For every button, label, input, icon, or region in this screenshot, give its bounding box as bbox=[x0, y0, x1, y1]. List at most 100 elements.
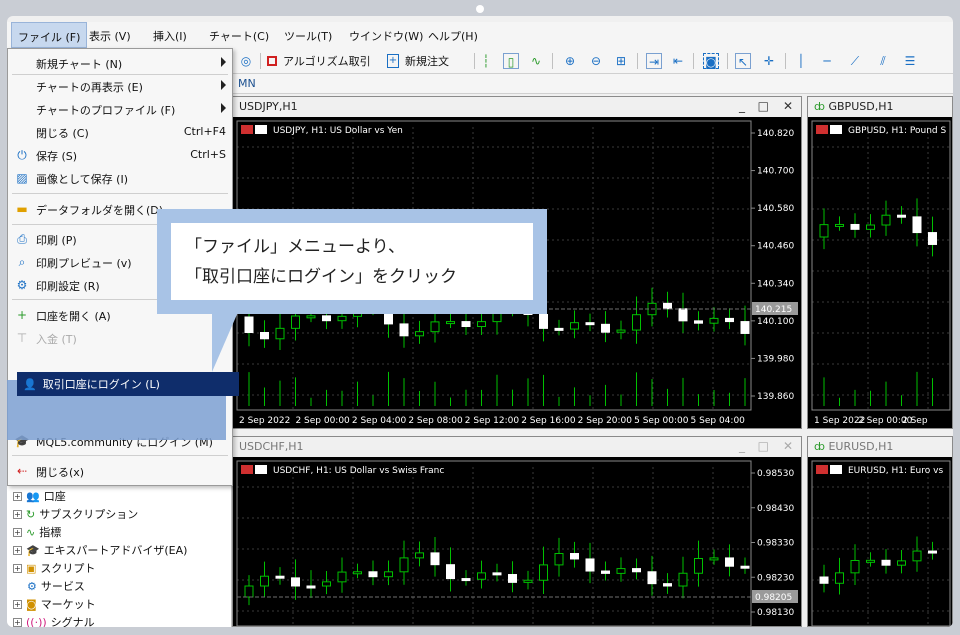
candle-body bbox=[430, 321, 440, 333]
expand-icon[interactable]: + bbox=[13, 545, 22, 555]
menu-item-login-trade-account[interactable]: 👤 取引口座にログイン (L) bbox=[17, 372, 239, 396]
candle-body bbox=[415, 552, 424, 559]
expand-icon[interactable]: + bbox=[13, 617, 22, 627]
image-icon: ▨ bbox=[16, 171, 28, 185]
trendline-icon[interactable]: ⟋ bbox=[847, 53, 863, 69]
expand-icon[interactable]: + bbox=[13, 599, 22, 609]
expand-icon[interactable]: + bbox=[13, 563, 22, 573]
algo-trading-button[interactable]: アルゴリズム取引 bbox=[267, 52, 371, 70]
minimize-icon[interactable]: _ bbox=[739, 439, 745, 453]
candle-body bbox=[819, 224, 829, 238]
line-chart-icon[interactable]: ∿ bbox=[528, 53, 544, 69]
channel-icon[interactable]: ⫽ bbox=[875, 53, 891, 69]
menu-view[interactable]: 表示 (V) bbox=[89, 28, 131, 44]
menu-item-close[interactable]: 閉じる (C) Ctrl+F4 bbox=[8, 122, 232, 142]
toolbar-separator bbox=[727, 53, 728, 69]
candle-body bbox=[912, 216, 922, 234]
nav-item-market[interactable]: + ◙ マーケット bbox=[13, 596, 96, 612]
menu-item-reopen-chart[interactable]: チャートの再表示 (E) bbox=[8, 76, 232, 96]
script-icon: ▣ bbox=[26, 561, 37, 575]
close-icon[interactable]: ✕ bbox=[783, 439, 793, 453]
candle-body bbox=[337, 571, 347, 583]
candle-body bbox=[554, 553, 564, 566]
menu-item-exit[interactable]: ⇠ 閉じる(x) bbox=[8, 461, 232, 481]
candle-body bbox=[616, 329, 626, 333]
chart-canvas-eurusd[interactable]: EURUSD, H1: Euro vs bbox=[808, 457, 953, 626]
bar-chart-icon[interactable]: ┆ bbox=[478, 53, 494, 69]
candle-body bbox=[260, 332, 269, 340]
menu-item-save[interactable]: ⏻ 保存 (S) Ctrl+S bbox=[8, 145, 232, 165]
expand-icon[interactable]: + bbox=[13, 509, 22, 519]
time-tick-label: 2 Sep 04:00 bbox=[352, 416, 407, 426]
nav-item-signals[interactable]: + ((·)) シグナル bbox=[13, 614, 95, 627]
candle-body bbox=[322, 581, 331, 587]
candle-body bbox=[585, 558, 595, 572]
zoom-out-icon[interactable]: ⊖ bbox=[588, 53, 604, 69]
minimize-icon[interactable]: _ bbox=[739, 99, 745, 113]
fibonacci-icon[interactable]: ☰ bbox=[902, 53, 918, 69]
new-order-button[interactable]: + 新規注文 bbox=[387, 52, 449, 70]
chart-window-gbpusd[interactable]: ȸ GBPUSD,H1 GBPUSD, H1: Pound S1 Sep 202… bbox=[807, 96, 953, 429]
nav-item-services[interactable]: ⚙ サービス bbox=[27, 578, 85, 594]
chart-canvas-usdchf[interactable]: USDCHF, H1: US Dollar vs Swiss Franc 0.98… bbox=[233, 457, 801, 626]
menu-item-new-chart[interactable]: 新規チャート (N) bbox=[8, 53, 232, 73]
zoom-in-icon[interactable]: ⊕ bbox=[562, 53, 578, 69]
candle-body bbox=[539, 313, 548, 329]
cursor-icon[interactable]: ↖ bbox=[735, 53, 751, 69]
flag-icon bbox=[816, 125, 828, 134]
nav-item-experts[interactable]: + 🎓 エキスパートアドバイザ(EA) bbox=[13, 542, 187, 558]
candle-body bbox=[928, 232, 937, 245]
users-icon: 👥 bbox=[26, 489, 40, 503]
grid-icon[interactable]: ⊞ bbox=[613, 53, 629, 69]
menu-window[interactable]: ウインドウ(W) bbox=[349, 28, 423, 44]
time-tick-label: 5 Sep 00:00 bbox=[634, 416, 689, 426]
candle-body bbox=[306, 315, 316, 319]
menu-tools[interactable]: ツール(T) bbox=[284, 28, 332, 44]
candle-body bbox=[740, 321, 750, 334]
time-tick-label: 2 Sep 16:00 bbox=[521, 416, 576, 426]
nav-item-label: サービス bbox=[40, 580, 85, 593]
nav-item-label: シグナル bbox=[50, 616, 95, 627]
flag-icon bbox=[241, 465, 253, 474]
nav-item-indicators[interactable]: + ∿ 指標 bbox=[13, 524, 61, 540]
plot-frame bbox=[236, 460, 752, 626]
maximize-icon[interactable]: □ bbox=[758, 99, 769, 113]
candlestick-icon[interactable]: ▯ bbox=[503, 53, 519, 69]
menu-insert[interactable]: 挿入(I) bbox=[153, 28, 187, 44]
menu-item-chart-profile[interactable]: チャートのプロファイル (F) bbox=[8, 99, 232, 119]
candle-body bbox=[570, 322, 579, 330]
nav-item-subscriptions[interactable]: + ↻ サブスクリプション bbox=[13, 506, 138, 522]
candle-body bbox=[819, 576, 829, 584]
screenshot-icon[interactable]: ◙ bbox=[703, 53, 719, 69]
menu-chart[interactable]: チャート(C) bbox=[209, 28, 269, 44]
camera-dot bbox=[476, 5, 484, 13]
close-icon[interactable]: ✕ bbox=[783, 99, 793, 113]
maximize-icon[interactable]: □ bbox=[758, 439, 769, 453]
flag-icon bbox=[255, 125, 267, 134]
menu-file[interactable]: ファイル (F) bbox=[11, 22, 88, 48]
menu-help[interactable]: ヘルプ(H) bbox=[428, 28, 478, 44]
autoscroll-icon[interactable]: ⇥ bbox=[646, 53, 662, 69]
chart-window-usdchf[interactable]: USDCHF,H1 _ □ ✕ USDCHF, H1: US Dollar vs… bbox=[232, 436, 802, 627]
horizontal-line-icon[interactable]: ─ bbox=[819, 53, 835, 69]
menu-item-save-image[interactable]: ▨ 画像として保存 (I) bbox=[8, 168, 232, 188]
instruction-callout: 「ファイル」メニューより、 「取引口座にログイン」をクリック bbox=[157, 209, 547, 314]
vertical-line-icon[interactable]: │ bbox=[793, 53, 809, 69]
expand-icon[interactable]: + bbox=[13, 491, 22, 501]
menu-item-label: 取引口座にログイン (L) bbox=[42, 378, 160, 391]
nav-item-scripts[interactable]: + ▣ スクリプト bbox=[13, 560, 95, 576]
candle-body bbox=[647, 571, 657, 585]
callout-pointer bbox=[212, 312, 238, 372]
chart-window-title-text: GBPUSD,H1 bbox=[828, 100, 894, 113]
globe-icon[interactable]: ◎ bbox=[238, 53, 254, 69]
chart-window-eurusd[interactable]: ȸ EURUSD,H1 EURUSD, H1: Euro vs bbox=[807, 436, 953, 627]
nav-item-accounts[interactable]: + 👥 口座 bbox=[13, 488, 66, 504]
chart-shift-icon[interactable]: ⇤ bbox=[670, 53, 686, 69]
timeframe-mn-button[interactable]: MN bbox=[238, 77, 256, 90]
toolbar-separator bbox=[260, 53, 261, 69]
expand-icon[interactable]: + bbox=[13, 527, 22, 537]
callout-line: 「取引口座にログイン」をクリック bbox=[185, 266, 457, 287]
time-tick-label: 2 Sep 08:00 bbox=[408, 416, 463, 426]
crosshair-icon[interactable]: ✛ bbox=[761, 53, 777, 69]
chart-canvas-gbpusd[interactable]: GBPUSD, H1: Pound S1 Sep 20222 Sep 00:00… bbox=[808, 117, 953, 428]
